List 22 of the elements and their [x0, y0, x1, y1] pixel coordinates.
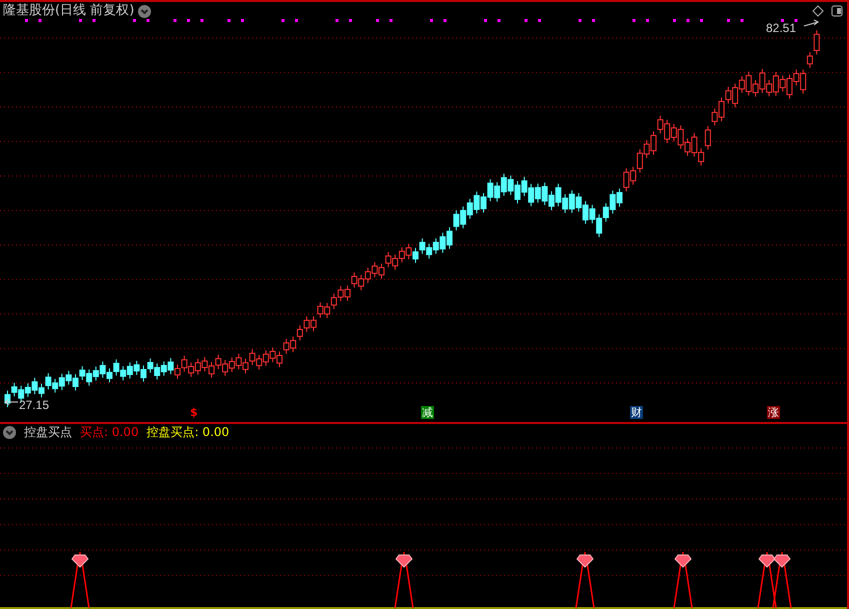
- buy-signal-drawing: [70, 551, 90, 609]
- indicator-title: 控盘买点: [24, 425, 72, 439]
- price-label: 82.51: [766, 21, 796, 35]
- chart-title: 隆基股份(日线 前复权): [3, 3, 134, 19]
- dropdown-icon[interactable]: [138, 4, 152, 18]
- event-marker: 减: [421, 406, 434, 419]
- buy-signal-drawing: [394, 551, 414, 609]
- price-label: 27.15: [19, 398, 50, 412]
- dropdown-icon[interactable]: [3, 426, 16, 438]
- buy-signal-drawing: [757, 551, 777, 609]
- event-marker: $: [189, 406, 199, 419]
- buy-signal-drawing: [772, 551, 792, 609]
- arrow-icon: [4, 398, 18, 406]
- buy-signal-drawing: [673, 551, 693, 609]
- buy-signal-drawing: [575, 551, 595, 609]
- legend-text: 买点: 0.00: [80, 425, 139, 439]
- panel-toggle-icon[interactable]: [832, 6, 842, 16]
- arrow-icon: [804, 20, 819, 26]
- event-marker: 涨: [767, 406, 780, 419]
- legend-text: 控盘买点: 0.00: [146, 425, 230, 439]
- event-marker: 财: [630, 406, 643, 419]
- diamond-icon[interactable]: [812, 5, 824, 17]
